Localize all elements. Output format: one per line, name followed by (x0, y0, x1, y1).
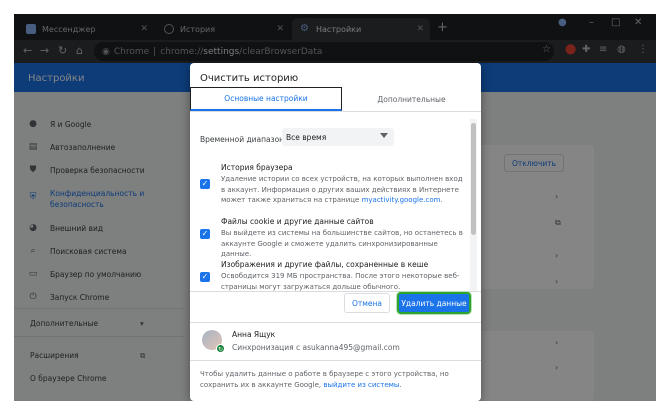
myactivity-link[interactable]: myactivity.google.com (362, 196, 441, 204)
browser-window: Мессенджер ✕ История ✕ ⚙ Настройки ✕ + ●… (14, 14, 656, 401)
tab-basic-settings[interactable]: Основные настройки (190, 87, 342, 111)
option-description-end: . (440, 196, 443, 204)
option-description: Освободится 319 МБ пространства. После э… (221, 272, 460, 291)
time-range-label: Временной диапазон (200, 135, 285, 144)
option-description: Удаление истории со всех устройств, на к… (221, 174, 466, 206)
account-sync-status: Синхронизация с asukanna495@gmail.com (232, 343, 400, 352)
cookies-checkbox[interactable]: ✓ (200, 229, 210, 239)
clear-history-dialog: Очистить историю Основные настройки Допо… (190, 63, 481, 401)
dropdown-caret-icon (380, 133, 388, 138)
sign-out-link[interactable]: выйдите из системы (323, 381, 399, 389)
dialog-title: Очистить историю (200, 73, 299, 84)
dialog-tabs: Основные настройки Дополнительные (190, 87, 481, 112)
delete-data-button[interactable]: Удалить данные (397, 292, 471, 314)
cached-images-checkbox[interactable]: ✓ (200, 272, 210, 282)
option-description: Вы выйдете из системы на большинстве сай… (221, 229, 463, 258)
option-title: Файлы cookie и другие данные сайтов (221, 217, 374, 226)
sync-icon: ↻ (216, 344, 225, 353)
dialog-scrollbar[interactable] (470, 119, 477, 291)
cancel-button[interactable]: Отмена (344, 293, 390, 313)
scrollbar-thumb[interactable] (471, 123, 476, 235)
divider (190, 360, 481, 361)
divider (190, 322, 481, 323)
tab-advanced-settings[interactable]: Дополнительные (342, 87, 481, 111)
option-title: История браузера (221, 163, 293, 172)
time-range-value: Все время (286, 132, 327, 142)
avatar: ↻ (202, 330, 225, 353)
account-name: Анна Ящук (232, 330, 276, 339)
option-title: Изображения и другие файлы, сохраненные … (221, 260, 429, 269)
footer-end: . (399, 381, 402, 389)
time-range-select[interactable]: Все время (282, 128, 394, 146)
dialog-footer-note: Чтобы удалить данные о работе в браузере… (200, 369, 472, 391)
browsing-history-checkbox[interactable]: ✓ (200, 179, 210, 189)
